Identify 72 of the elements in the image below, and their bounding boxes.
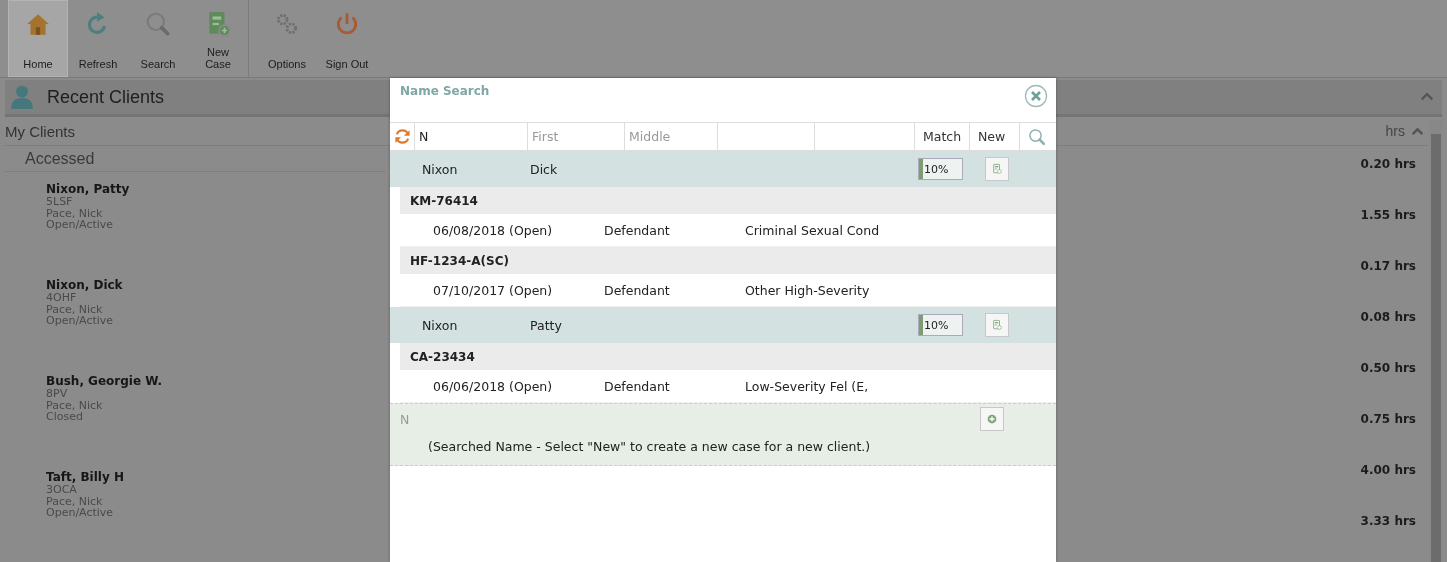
power-icon [334,11,360,37]
add-client-button[interactable] [980,407,1004,431]
case-date: 07/10/2017 (Open) [433,282,554,298]
client-code: 4OHF [46,292,77,304]
case-number[interactable]: KM-76414 [410,193,478,208]
result-first-name[interactable]: Patty [530,317,918,333]
client-code: 3OCA [46,484,77,496]
searched-name: N [400,411,411,427]
person-icon [9,84,35,110]
client-status: Closed [46,411,83,423]
hours-value: 0.08 hrs [1360,310,1416,324]
case-charge: Low-Severity Fel (E, [745,378,869,394]
close-icon[interactable] [1024,84,1048,108]
panel-title: Recent Clients [47,86,165,108]
case-role: Defendant [604,282,671,298]
group-header[interactable]: Accessed [5,146,385,172]
client-name[interactable]: Bush, Georgie W. [46,374,163,388]
gears-icon [274,11,300,37]
dialog-title: Name Search [400,84,490,98]
last-name-field[interactable]: N [415,123,528,150]
case-number[interactable]: CA-23434 [410,349,475,364]
hours-value: 0.50 hrs [1360,361,1416,375]
result-last-name[interactable]: Nixon [390,161,530,177]
search-icon[interactable] [1028,127,1046,146]
case-charge: Other High-Severity [745,282,870,298]
client-code: 8PV [46,388,68,400]
client-name[interactable]: Nixon, Patty [46,182,130,196]
new-document-icon [992,161,1002,177]
refresh-icon[interactable] [393,128,411,145]
hours-value: 3.33 hrs [1360,514,1416,528]
hours-value: 0.75 hrs [1360,412,1416,426]
result-last-name[interactable]: Nixon [390,317,530,333]
case-role: Defendant [604,378,671,394]
toolbar-button[interactable]: Sign Out [317,0,377,77]
match-meter: 10% [918,158,963,180]
match-meter: 10% [918,314,963,336]
column-header: New [978,129,1006,144]
case-date: 06/06/2018 (Open) [433,378,554,394]
hours-value: 0.17 hrs [1360,259,1416,273]
result-first-name[interactable]: Dick [530,161,918,177]
toolbar-button[interactable]: Options [257,0,317,77]
column-header: Match [923,129,962,144]
new-case-button[interactable] [985,313,1009,337]
toolbar-button[interactable]: New Case [188,0,248,77]
case-date: 06/08/2018 (Open) [433,222,554,238]
hint-text: (Searched Name - Select "New" to create a new case for a new client.) [428,439,871,454]
client-status: Open/Active [46,219,114,231]
attorney-name: Pace, Nick [46,495,103,507]
middle-name-field[interactable]: Middle [625,123,718,150]
search-icon [145,11,171,37]
toolbar-button[interactable]: Search [128,0,188,77]
hours-value: 1.55 hrs [1360,208,1416,222]
hours-value: 4.00 hrs [1360,463,1416,477]
attorney-name: Pace, Nick [46,303,103,315]
client-code: 5LSF [46,196,73,208]
filter-label[interactable]: My Clients [5,122,75,140]
new-case-button[interactable] [985,157,1009,181]
attorney-name: Pace, Nick [46,207,103,219]
client-status: Open/Active [46,507,114,519]
sort-label[interactable]: hrs [1385,123,1405,139]
first-name-field[interactable]: First [528,123,625,150]
new-document-icon [992,317,1002,333]
toolbar-button[interactable]: Refresh [68,0,128,77]
case-charge: Criminal Sexual Cond [745,222,880,238]
client-name[interactable]: Nixon, Dick [46,278,123,292]
case-number[interactable]: HF-1234-A(SC) [410,253,509,268]
toolbar-button[interactable]: Home [8,0,68,77]
client-name[interactable]: Taft, Billy H [46,470,124,484]
case-role: Defendant [604,222,671,238]
client-status: Open/Active [46,315,114,327]
hours-value: 0.20 hrs [1360,157,1416,171]
attorney-name: Pace, Nick [46,399,103,411]
